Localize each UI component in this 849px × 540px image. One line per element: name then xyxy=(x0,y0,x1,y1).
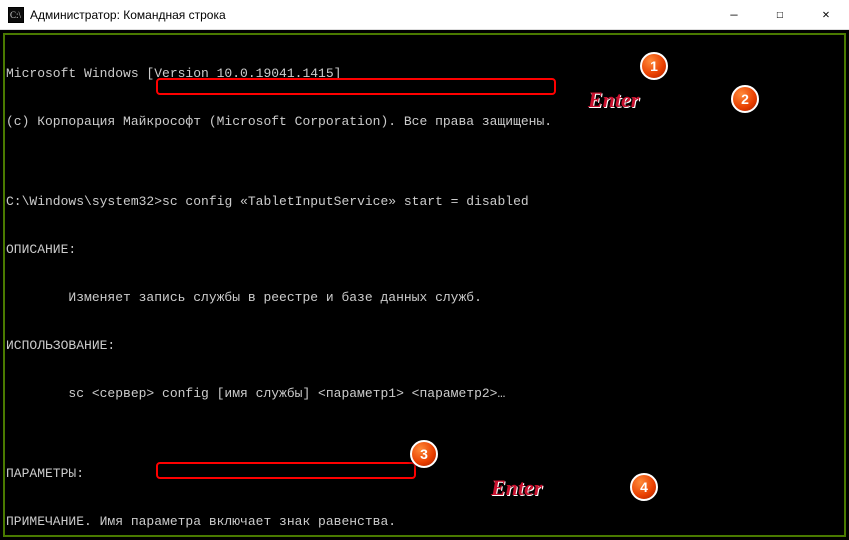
maximize-button[interactable]: ☐ xyxy=(757,0,803,29)
enter-label-1: Enter xyxy=(588,92,639,108)
console-area[interactable]: Microsoft Windows [Version 10.0.19041.14… xyxy=(0,30,849,540)
console-line: sc <сервер> config [имя службы] <парамет… xyxy=(6,386,843,402)
console-line: C:\Windows\system32>sc config «TabletInp… xyxy=(6,194,843,210)
svg-text:C:\: C:\ xyxy=(10,10,22,20)
enter-label-2: Enter xyxy=(491,480,542,496)
window-controls: — ☐ ✕ xyxy=(711,0,849,29)
titlebar[interactable]: C:\ Администратор: Командная строка — ☐ … xyxy=(0,0,849,30)
annotation-badge-1: 1 xyxy=(640,52,668,80)
cmd-icon: C:\ xyxy=(8,7,24,23)
console-line: ПРИМЕЧАНИЕ. Имя параметра включает знак … xyxy=(6,514,843,530)
annotation-badge-2: 2 xyxy=(731,85,759,113)
annotation-badge-3: 3 xyxy=(410,440,438,468)
console-line: Microsoft Windows [Version 10.0.19041.14… xyxy=(6,66,843,82)
window-title: Администратор: Командная строка xyxy=(30,8,711,22)
minimize-button[interactable]: — xyxy=(711,0,757,29)
console-line: (c) Корпорация Майкрософт (Microsoft Cor… xyxy=(6,114,843,130)
console-line: ИСПОЛЬЗОВАНИЕ: xyxy=(6,338,843,354)
annotation-badge-4: 4 xyxy=(630,473,658,501)
cmd-window: C:\ Администратор: Командная строка — ☐ … xyxy=(0,0,849,540)
console-line: ОПИСАНИЕ: xyxy=(6,242,843,258)
console-line: Изменяет запись службы в реестре и базе … xyxy=(6,290,843,306)
prompt: C:\Windows\system32> xyxy=(6,194,162,209)
console-line: ПАРАМЕТРЫ: xyxy=(6,466,843,482)
close-button[interactable]: ✕ xyxy=(803,0,849,29)
command-input: sc config «TabletInputService» start = d… xyxy=(162,194,529,209)
